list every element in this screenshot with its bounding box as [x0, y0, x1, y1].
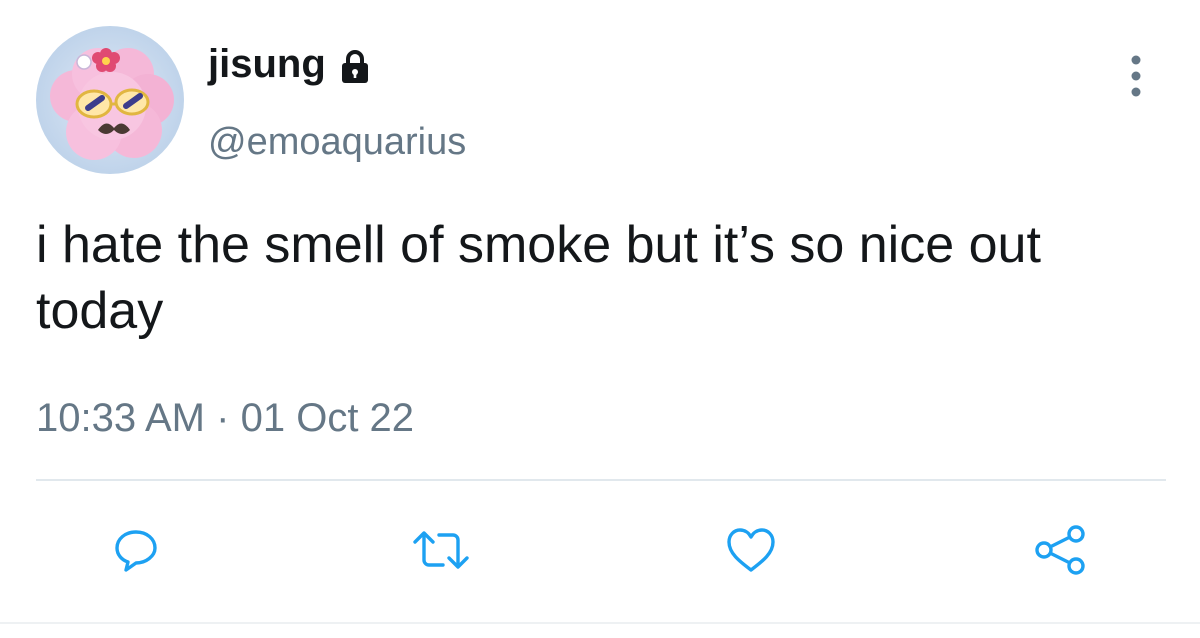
avatar[interactable]	[36, 26, 184, 174]
tweet-text: i hate the smell of smoke but it’s so ni…	[36, 216, 1041, 340]
reply-button[interactable]	[106, 520, 166, 580]
tweet-date: 01 Oct 22	[240, 396, 415, 440]
action-bar	[0, 520, 1200, 580]
retweet-icon	[413, 531, 469, 569]
more-options-icon[interactable]	[1122, 52, 1150, 102]
tweet-card: jisung @emoaquarius i hate the smell of …	[0, 0, 1200, 638]
display-name[interactable]: jisung	[208, 40, 326, 88]
user-handle[interactable]: @emoaquarius	[208, 120, 466, 164]
lock-icon	[341, 50, 368, 83]
tweet-time: 10:33 AM	[36, 396, 206, 440]
tweet-timestamp[interactable]: 10:33 AM · 01 Oct 22	[36, 392, 414, 444]
retweet-button[interactable]	[411, 520, 471, 580]
divider	[36, 479, 1166, 481]
meta-separator: ·	[216, 396, 230, 440]
share-button[interactable]	[1030, 520, 1090, 580]
avatar-image	[36, 26, 184, 174]
like-icon	[727, 528, 775, 572]
reply-icon	[115, 530, 157, 572]
name-row: jisung	[208, 40, 370, 88]
bottom-divider	[0, 622, 1200, 624]
share-icon	[1035, 525, 1085, 575]
like-button[interactable]	[721, 520, 781, 580]
